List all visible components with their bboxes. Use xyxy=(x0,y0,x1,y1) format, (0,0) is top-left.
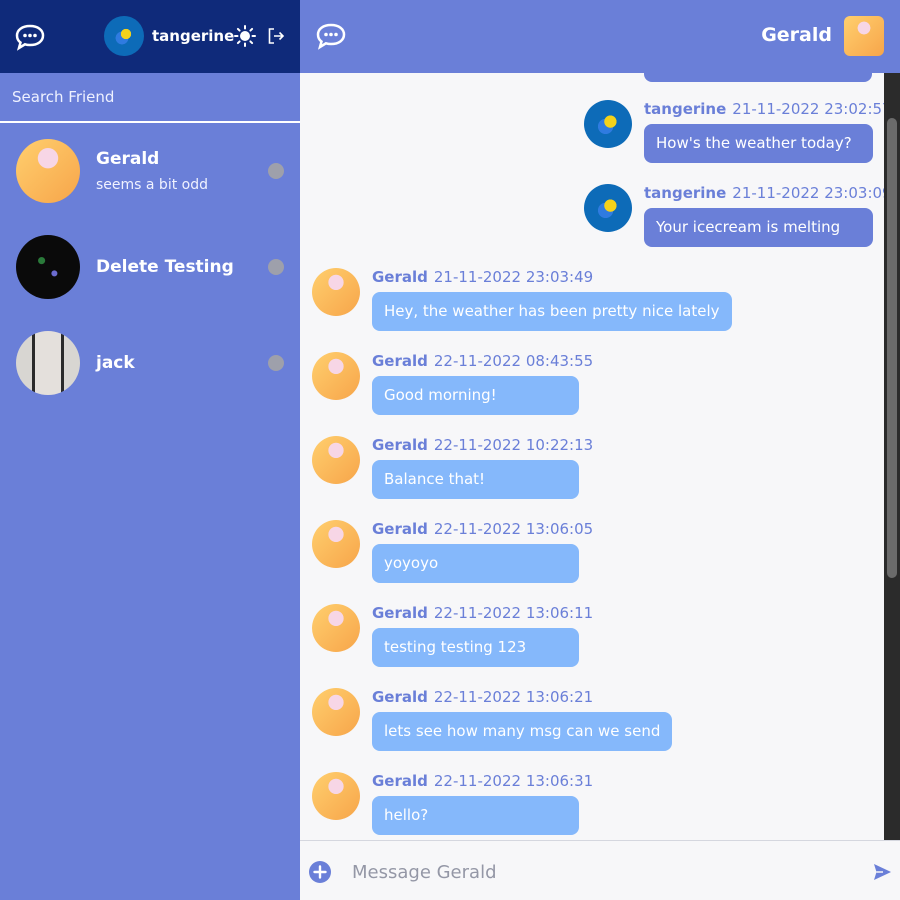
message-avatar xyxy=(584,184,632,232)
message-item: Gerald 22-11-2022 08:43:55 Good morning! xyxy=(312,352,593,415)
current-user-avatar xyxy=(104,16,144,56)
status-dot xyxy=(268,259,284,275)
message-bubble: Hey, the weather has been pretty nice la… xyxy=(372,292,732,331)
message-bubble: How's the weather today? xyxy=(644,124,873,163)
message-avatar xyxy=(584,100,632,148)
message-sender: tangerine xyxy=(644,100,727,118)
message-sender: Gerald xyxy=(372,688,428,706)
chat-logo-icon xyxy=(316,23,346,50)
chat-title: Gerald xyxy=(761,24,832,46)
message-timestamp: 21-11-2022 23:03:09 xyxy=(732,184,892,202)
chat-header: Gerald xyxy=(300,0,900,73)
message-avatar xyxy=(312,352,360,400)
message-avatar xyxy=(312,436,360,484)
current-user-name: tangerine xyxy=(152,27,235,45)
friend-name: jack xyxy=(96,353,135,373)
friend-item-jack[interactable]: jack xyxy=(0,315,300,411)
chat-panel: Gerald tangerine 21-11-2022 23:02:57 How'… xyxy=(300,0,900,900)
message-sender: Gerald xyxy=(372,352,428,370)
message-item: Gerald 22-11-2022 13:06:11 testing testin… xyxy=(312,604,593,667)
message-bubble-partial xyxy=(644,73,872,82)
message-item: Gerald 22-11-2022 13:06:21 lets see how m… xyxy=(312,688,673,751)
message-bubble: testing testing 123 xyxy=(372,628,579,667)
message-sender: Gerald xyxy=(372,268,428,286)
message-item: Gerald 22-11-2022 10:22:13 Balance that! xyxy=(312,436,593,499)
message-timestamp: 22-11-2022 13:06:31 xyxy=(433,772,594,790)
message-sender: tangerine xyxy=(644,184,727,202)
scrollbar-thumb[interactable] xyxy=(887,118,897,578)
chat-avatar[interactable] xyxy=(844,16,884,56)
message-timestamp: 22-11-2022 08:43:55 xyxy=(433,352,594,370)
sun-icon[interactable] xyxy=(234,25,256,47)
message-composer xyxy=(300,840,900,900)
message-bubble: Good morning! xyxy=(372,376,579,415)
status-dot xyxy=(268,163,284,179)
logout-icon[interactable] xyxy=(267,27,285,45)
message-bubble: lets see how many msg can we send xyxy=(372,712,673,751)
friend-item-gerald[interactable]: Gerald seems a bit odd xyxy=(0,123,300,219)
friend-name: Gerald xyxy=(96,149,160,169)
message-item: tangerine 21-11-2022 23:02:57 How's the w… xyxy=(584,100,892,163)
message-timestamp: 21-11-2022 23:03:49 xyxy=(433,268,594,286)
current-user[interactable]: tangerine xyxy=(104,16,234,56)
sidebar-header: tangerine xyxy=(0,0,300,73)
message-avatar xyxy=(312,772,360,820)
app-logo-icon[interactable] xyxy=(14,23,46,51)
message-sender: Gerald xyxy=(372,520,428,538)
message-bubble: yoyoyo xyxy=(372,544,579,583)
message-avatar xyxy=(312,604,360,652)
friend-avatar xyxy=(16,139,80,203)
message-item: Gerald 21-11-2022 23:03:49 Hey, the weath… xyxy=(312,268,732,331)
message-item: Gerald 22-11-2022 13:06:05 yoyoyo xyxy=(312,520,593,583)
message-input[interactable] xyxy=(352,859,852,885)
status-dot xyxy=(268,355,284,371)
message-bubble: hello? xyxy=(372,796,579,835)
friend-last-message: seems a bit odd xyxy=(96,177,208,193)
message-bubble: Your icecream is melting xyxy=(644,208,873,247)
message-avatar xyxy=(312,688,360,736)
search-friend-input[interactable] xyxy=(12,88,282,106)
message-list[interactable]: tangerine 21-11-2022 23:02:57 How's the w… xyxy=(300,73,900,840)
message-avatar xyxy=(312,268,360,316)
message-timestamp: 21-11-2022 23:02:57 xyxy=(732,100,892,118)
friend-name: Delete Testing xyxy=(96,257,234,277)
friend-avatar xyxy=(16,235,80,299)
message-sender: Gerald xyxy=(372,604,428,622)
sidebar: tangerine Gerald seems a bit odd xyxy=(0,0,300,900)
message-item: tangerine 21-11-2022 23:03:09 Your icecre… xyxy=(584,184,892,247)
message-bubble: Balance that! xyxy=(372,460,579,499)
scrollbar[interactable] xyxy=(884,73,900,840)
message-timestamp: 22-11-2022 13:06:11 xyxy=(433,604,594,622)
message-timestamp: 22-11-2022 13:06:21 xyxy=(433,688,594,706)
message-timestamp: 22-11-2022 10:22:13 xyxy=(433,436,594,454)
message-sender: Gerald xyxy=(372,772,428,790)
friend-avatar xyxy=(16,331,80,395)
message-sender: Gerald xyxy=(372,436,428,454)
message-avatar xyxy=(312,520,360,568)
plus-circle-icon[interactable] xyxy=(308,860,332,884)
message-timestamp: 22-11-2022 13:06:05 xyxy=(433,520,594,538)
send-icon[interactable] xyxy=(872,862,892,882)
search-friend xyxy=(0,73,300,123)
message-item: Gerald 22-11-2022 13:06:31 hello? xyxy=(312,772,593,835)
friend-item-delete-testing[interactable]: Delete Testing xyxy=(0,219,300,315)
